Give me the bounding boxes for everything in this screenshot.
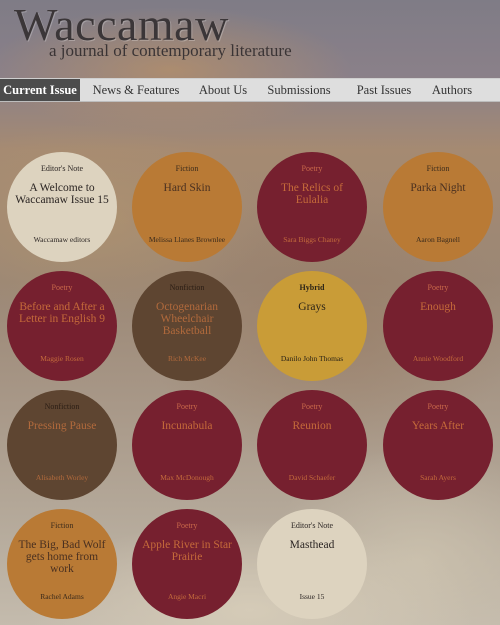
piece-author: David Schaefer: [288, 473, 336, 482]
piece-category: Nonfiction: [169, 283, 205, 292]
piece-circle[interactable]: Hybrid Grays Danilo John Thomas: [257, 271, 367, 381]
piece-author: Maggie Rosen: [40, 354, 84, 363]
site-tagline: a journal of contemporary literature: [49, 41, 292, 60]
piece-author: Angie Macri: [167, 592, 207, 601]
piece-category: Poetry: [51, 283, 73, 292]
piece-category: Hybrid: [299, 283, 325, 292]
nav-about-us[interactable]: About Us: [192, 79, 254, 101]
piece-circle[interactable]: Nonfiction Octogenarian Wheelchair Baske…: [132, 271, 242, 381]
piece-category: Fiction: [175, 164, 199, 173]
piece-author: Danilo John Thomas: [280, 354, 344, 363]
piece-category: Poetry: [301, 164, 323, 173]
piece-title[interactable]: A Welcome to Waccamaw Issue 15: [15, 182, 109, 206]
site-header: Waccamaw a journal of contemporary liter…: [0, 0, 500, 78]
piece-circle[interactable]: Poetry Apple River in Star Prairie Angie…: [132, 509, 242, 619]
piece-circle[interactable]: Editor's Note A Welcome to Waccamaw Issu…: [7, 152, 117, 262]
piece-circle[interactable]: Editor's Note Masthead Issue 15: [257, 509, 367, 619]
piece-circle[interactable]: Poetry Years After Sarah Ayers: [383, 390, 493, 500]
piece-title[interactable]: The Relics of Eulalia: [265, 182, 359, 206]
piece-category: Poetry: [427, 402, 449, 411]
nav-past-issues[interactable]: Past Issues: [344, 79, 424, 101]
piece-category: Fiction: [426, 164, 450, 173]
piece-title[interactable]: Years After: [391, 420, 485, 432]
nav-news-features[interactable]: News & Features: [80, 79, 192, 101]
piece-title[interactable]: Hard Skin: [140, 182, 234, 194]
piece-circle[interactable]: Poetry Enough Annie Woodford: [383, 271, 493, 381]
piece-category: Poetry: [301, 402, 323, 411]
piece-category: Poetry: [427, 283, 449, 292]
piece-author: Annie Woodford: [412, 354, 464, 363]
piece-category: Poetry: [176, 521, 198, 530]
piece-title[interactable]: Octogenarian Wheelchair Basketball: [140, 301, 234, 337]
piece-circle[interactable]: Fiction The Big, Bad Wolf gets home from…: [7, 509, 117, 619]
piece-circle[interactable]: Nonfiction Pressing Pause Alisabeth Worl…: [7, 390, 117, 500]
piece-title[interactable]: Enough: [391, 301, 485, 313]
piece-title[interactable]: Grays: [265, 301, 359, 313]
piece-circle[interactable]: Poetry Reunion David Schaefer: [257, 390, 367, 500]
piece-title[interactable]: Incunabula: [140, 420, 234, 432]
piece-title[interactable]: Masthead: [265, 539, 359, 551]
piece-title[interactable]: The Big, Bad Wolf gets home from work: [15, 539, 109, 575]
main-nav: Current Issue News & Features About Us S…: [0, 78, 500, 102]
nav-submissions[interactable]: Submissions: [254, 79, 344, 101]
piece-title[interactable]: Reunion: [265, 420, 359, 432]
nav-authors[interactable]: Authors: [424, 79, 480, 101]
piece-author: Rich McKee: [167, 354, 207, 363]
piece-author: Sarah Ayers: [420, 473, 456, 482]
piece-author: Issue 15: [299, 592, 325, 601]
piece-author: Alisabeth Worley: [35, 473, 89, 482]
nav-current-issue[interactable]: Current Issue: [0, 79, 80, 101]
piece-author: Max McDonough: [160, 473, 214, 482]
piece-category: Nonfiction: [44, 402, 80, 411]
piece-category: Editor's Note: [290, 521, 334, 530]
piece-category: Editor's Note: [40, 164, 84, 173]
piece-circle[interactable]: Fiction Parka Night Aaron Bagnell: [383, 152, 493, 262]
piece-title[interactable]: Before and After a Letter in English 9: [15, 301, 109, 325]
piece-author: Waccamaw editors: [33, 235, 91, 244]
piece-author: Rachel Adams: [40, 592, 84, 601]
piece-author: Aaron Bagnell: [416, 235, 460, 244]
piece-title[interactable]: Pressing Pause: [15, 420, 109, 432]
piece-author: Melissa Llanes Brownlee: [148, 235, 226, 244]
piece-circle[interactable]: Poetry The Relics of Eulalia Sara Biggs …: [257, 152, 367, 262]
piece-author: Sara Biggs Chaney: [283, 235, 341, 244]
piece-category: Fiction: [50, 521, 74, 530]
piece-title[interactable]: Apple River in Star Prairie: [140, 539, 234, 563]
piece-circle[interactable]: Fiction Hard Skin Melissa Llanes Brownle…: [132, 152, 242, 262]
piece-circle[interactable]: Poetry Before and After a Letter in Engl…: [7, 271, 117, 381]
piece-category: Poetry: [176, 402, 198, 411]
piece-title[interactable]: Parka Night: [391, 182, 485, 194]
piece-circle[interactable]: Poetry Incunabula Max McDonough: [132, 390, 242, 500]
